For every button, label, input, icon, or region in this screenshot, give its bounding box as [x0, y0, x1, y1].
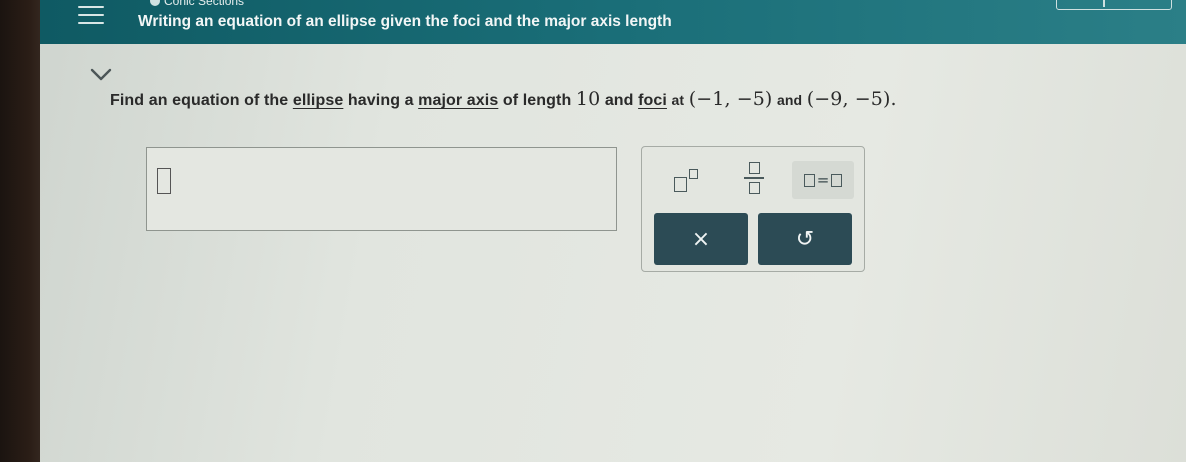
header-toolbar-box[interactable]	[1056, 0, 1172, 10]
clear-icon: ×	[691, 226, 711, 252]
fraction-template-icon[interactable]	[738, 157, 770, 199]
question-part-1: Find an equation of the	[110, 92, 289, 109]
section-label: Conic Sections	[150, 0, 244, 8]
hamburger-menu-icon[interactable]	[78, 6, 104, 26]
chevron-down-icon[interactable]	[90, 68, 112, 82]
page-title: Writing an equation of an ellipse given …	[138, 13, 672, 30]
question-part-2: having a	[347, 92, 414, 109]
math-keypad: = × ↺	[641, 146, 865, 272]
undo-icon: ↺	[795, 226, 815, 252]
foci-link[interactable]: foci	[638, 92, 667, 109]
question-text: Find an equation of the ellipse having a…	[110, 88, 897, 110]
length-value: 10	[575, 88, 601, 110]
question-part-4: and	[604, 92, 634, 109]
answer-input[interactable]	[146, 147, 617, 231]
question-part-6: and	[777, 92, 803, 108]
question-part-3: of length	[502, 92, 572, 109]
section-dot-icon	[150, 0, 160, 6]
equation-template-icon[interactable]: =	[792, 161, 854, 199]
page-background	[40, 0, 1186, 462]
focus-point-1: (−1, −5)	[688, 88, 773, 110]
focus-point-2: (−9, −5).	[806, 88, 897, 110]
superscript-template-icon[interactable]	[666, 161, 706, 197]
section-label-text: Conic Sections	[164, 0, 245, 8]
ellipse-link[interactable]: ellipse	[293, 92, 344, 109]
clear-button[interactable]: ×	[654, 213, 748, 265]
question-part-5: at	[671, 92, 685, 108]
major-axis-link[interactable]: major axis	[418, 92, 498, 109]
equals-symbol: =	[816, 171, 830, 189]
answer-cursor-box	[157, 168, 171, 194]
undo-button[interactable]: ↺	[758, 213, 852, 265]
